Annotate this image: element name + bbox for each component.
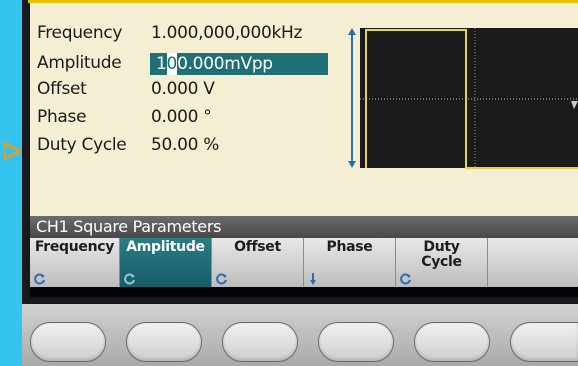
softkey-amplitude-label: Amplitude — [126, 239, 205, 255]
softkey-phase-label: Phase — [326, 239, 373, 255]
amplitude-value-suffix: 0.000mVpp — [177, 54, 273, 74]
function-generator-display: Frequency 1.000,000,000kHz Amplitude 100… — [22, 0, 578, 366]
down-arrow-icon — [310, 273, 316, 285]
knob-icon — [400, 273, 411, 285]
phase-value[interactable]: 0.000 ° — [151, 107, 212, 127]
softkey-label: Duty Cycle — [396, 240, 487, 270]
cursor-digit[interactable]: 0 — [166, 53, 177, 75]
pointer-arrow-icon — [4, 141, 22, 161]
knob-icon — [34, 273, 45, 285]
left-accent-band — [0, 0, 22, 366]
softkey-button-2[interactable] — [126, 322, 202, 362]
marker-arrow-up-icon — [348, 28, 356, 35]
frequency-value[interactable]: 1.000,000,000kHz — [151, 23, 302, 43]
softkey-frequency[interactable]: Frequency — [30, 238, 120, 287]
softkey-offset[interactable]: Offset — [212, 238, 304, 287]
softkey-label: Phase — [304, 240, 395, 255]
phase-label: Phase — [37, 107, 87, 127]
softkey-blank[interactable] — [488, 238, 578, 287]
softkey-button-3[interactable] — [222, 322, 298, 362]
softkey-duty-cycle[interactable]: Duty Cycle — [396, 238, 488, 287]
panel-title: CH1 Square Parameters — [36, 217, 222, 236]
softkey-button-5[interactable] — [414, 322, 490, 362]
knob-icon — [216, 273, 227, 285]
softkey-duty-line1: Duty — [423, 239, 460, 255]
softkey-button-1[interactable] — [30, 322, 106, 362]
offset-label: Offset — [37, 79, 87, 99]
softkey-duty-line2: Cycle — [421, 254, 462, 270]
panel-title-bar: CH1 Square Parameters — [30, 216, 578, 238]
frequency-label: Frequency — [37, 23, 123, 43]
softkey-label: Frequency — [30, 240, 119, 255]
amplitude-label: Amplitude — [37, 53, 122, 73]
offset-value[interactable]: 0.000 V — [151, 79, 215, 99]
softkey-offset-label: Offset — [234, 239, 281, 255]
duty-cycle-value[interactable]: 50.00 % — [151, 135, 219, 155]
waveform-preview — [348, 28, 578, 169]
waveform-plot-area — [360, 28, 578, 168]
marker-arrow-down-icon — [348, 161, 356, 168]
softkey-frequency-label: Frequency — [34, 239, 115, 255]
softkey-label: Offset — [212, 240, 303, 255]
softkey-phase[interactable]: Phase — [304, 238, 396, 287]
softkey-button-6[interactable] — [510, 322, 578, 362]
screen-bottom-strip — [30, 287, 578, 297]
knob-icon — [124, 273, 135, 285]
softkey-menu: Frequency Amplitude Offset Phase Duty Cyc… — [30, 238, 578, 287]
softkey-label: Amplitude — [120, 240, 211, 255]
lcd-screen: Frequency 1.000,000,000kHz Amplitude 100… — [30, 3, 578, 291]
softkey-button-4[interactable] — [318, 322, 394, 362]
amplitude-value-field[interactable]: 100.000mVpp — [150, 53, 328, 75]
hardware-button-panel — [22, 304, 578, 366]
softkey-amplitude[interactable]: Amplitude — [120, 238, 212, 287]
amplitude-value: 100.000mVpp — [156, 53, 273, 75]
amplitude-value-prefix: 1 — [156, 54, 167, 74]
duty-cycle-label: Duty Cycle — [37, 135, 127, 155]
